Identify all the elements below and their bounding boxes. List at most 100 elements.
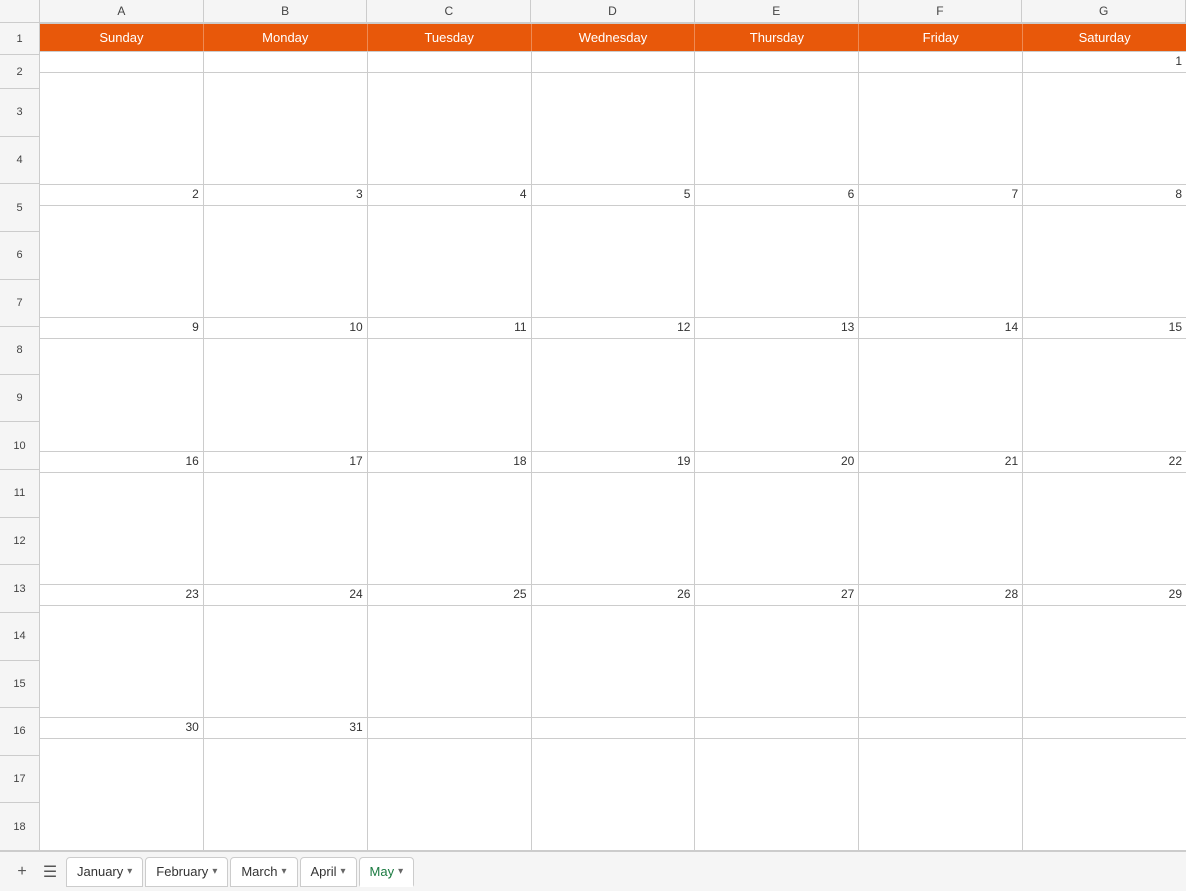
sheet-tab-april[interactable]: April▾ (300, 857, 357, 887)
col-header-c: C (367, 0, 531, 22)
day-content-cell-w5d5[interactable] (859, 739, 1023, 850)
day-content-cell-w1d6[interactable] (1023, 206, 1186, 317)
day-content-cell-w0d5[interactable] (859, 73, 1023, 184)
day-num-cell-w5d6[interactable] (1023, 718, 1186, 738)
day-num-cell-w5d0[interactable]: 30 (40, 718, 204, 738)
day-content-cell-w0d4[interactable] (695, 73, 859, 184)
sheet-list-button[interactable]: ☰ (36, 858, 64, 886)
day-content-cell-w4d3[interactable] (532, 606, 696, 717)
day-content-cell-w5d0[interactable] (40, 739, 204, 850)
sheet-tab-may[interactable]: May▾ (359, 857, 415, 887)
day-content-cell-w1d3[interactable] (532, 206, 696, 317)
day-content-cell-w3d3[interactable] (532, 473, 696, 584)
day-num-cell-w0d2[interactable] (368, 52, 532, 72)
day-content-cell-w0d2[interactable] (368, 73, 532, 184)
day-num-cell-w4d3[interactable]: 26 (532, 585, 696, 605)
day-num-cell-w2d2[interactable]: 11 (368, 318, 532, 338)
day-num-cell-w5d1[interactable]: 31 (204, 718, 368, 738)
day-num-cell-w3d3[interactable]: 19 (532, 452, 696, 472)
day-content-cell-w0d3[interactable] (532, 73, 696, 184)
day-num-cell-w5d3[interactable] (532, 718, 696, 738)
day-num-cell-w1d5[interactable]: 7 (859, 185, 1023, 205)
day-content-cell-w1d1[interactable] (204, 206, 368, 317)
day-content-cell-w3d1[interactable] (204, 473, 368, 584)
day-content-cell-w2d1[interactable] (204, 339, 368, 450)
day-num-cell-w4d2[interactable]: 25 (368, 585, 532, 605)
day-num-cell-w2d0[interactable]: 9 (40, 318, 204, 338)
day-num-cell-w1d1[interactable]: 3 (204, 185, 368, 205)
sheet-tab-dropdown-arrow[interactable]: ▾ (127, 866, 132, 877)
day-content-cell-w4d2[interactable] (368, 606, 532, 717)
day-num-cell-w0d1[interactable] (204, 52, 368, 72)
day-content-cell-w4d5[interactable] (859, 606, 1023, 717)
day-num-cell-w5d5[interactable] (859, 718, 1023, 738)
day-content-cell-w2d5[interactable] (859, 339, 1023, 450)
day-content-cell-w5d3[interactable] (532, 739, 696, 850)
day-num-cell-w4d6[interactable]: 29 (1023, 585, 1186, 605)
day-content-cell-w4d4[interactable] (695, 606, 859, 717)
day-content-cell-w1d5[interactable] (859, 206, 1023, 317)
day-num-cell-w2d4[interactable]: 13 (695, 318, 859, 338)
day-content-cell-w2d0[interactable] (40, 339, 204, 450)
day-num-cell-w2d3[interactable]: 12 (532, 318, 696, 338)
day-num-cell-w4d5[interactable]: 28 (859, 585, 1023, 605)
sheet-tab-january[interactable]: January▾ (66, 857, 143, 887)
sheet-tab-february[interactable]: February▾ (145, 857, 228, 887)
day-num-cell-w0d5[interactable] (859, 52, 1023, 72)
col-header-d: D (531, 0, 695, 22)
day-content-cell-w3d5[interactable] (859, 473, 1023, 584)
day-content-cell-w3d0[interactable] (40, 473, 204, 584)
sheet-tab-dropdown-arrow[interactable]: ▾ (281, 866, 286, 877)
day-num-cell-w2d5[interactable]: 14 (859, 318, 1023, 338)
day-content-cell-w4d1[interactable] (204, 606, 368, 717)
day-content-cell-w0d1[interactable] (204, 73, 368, 184)
day-num-cell-w5d2[interactable] (368, 718, 532, 738)
day-content-cell-w3d6[interactable] (1023, 473, 1186, 584)
day-content-cell-w3d4[interactable] (695, 473, 859, 584)
day-num-cell-w4d0[interactable]: 23 (40, 585, 204, 605)
day-content-cell-w5d2[interactable] (368, 739, 532, 850)
day-content-cell-w1d4[interactable] (695, 206, 859, 317)
sheet-tab-dropdown-arrow[interactable]: ▾ (398, 866, 403, 877)
day-content-cell-w5d1[interactable] (204, 739, 368, 850)
day-content-cell-w3d2[interactable] (368, 473, 532, 584)
day-num-cell-w3d2[interactable]: 18 (368, 452, 532, 472)
sheet-tab-dropdown-arrow[interactable]: ▾ (212, 866, 217, 877)
day-num-cell-w4d4[interactable]: 27 (695, 585, 859, 605)
day-content-cell-w1d0[interactable] (40, 206, 204, 317)
day-num-cell-w0d6[interactable]: 1 (1023, 52, 1186, 72)
day-content-cell-w2d3[interactable] (532, 339, 696, 450)
day-content-cell-w5d4[interactable] (695, 739, 859, 850)
day-num-cell-w1d6[interactable]: 8 (1023, 185, 1186, 205)
add-sheet-button[interactable]: + (8, 858, 36, 886)
day-num-cell-w3d0[interactable]: 16 (40, 452, 204, 472)
day-content-cell-w0d6[interactable] (1023, 73, 1186, 184)
day-num-cell-w3d6[interactable]: 22 (1023, 452, 1186, 472)
day-content-cell-w2d6[interactable] (1023, 339, 1186, 450)
day-num-cell-w2d1[interactable]: 10 (204, 318, 368, 338)
day-num-cell-w1d2[interactable]: 4 (368, 185, 532, 205)
day-content-cell-w2d4[interactable] (695, 339, 859, 450)
day-num-cell-w1d3[interactable]: 5 (532, 185, 696, 205)
day-num-cell-w3d5[interactable]: 21 (859, 452, 1023, 472)
day-num-cell-w3d1[interactable]: 17 (204, 452, 368, 472)
day-content-cell-w4d6[interactable] (1023, 606, 1186, 717)
day-num-cell-w1d0[interactable]: 2 (40, 185, 204, 205)
day-num-cell-w3d4[interactable]: 20 (695, 452, 859, 472)
day-content-cell-w5d6[interactable] (1023, 739, 1186, 850)
day-content-cell-w4d0[interactable] (40, 606, 204, 717)
row-num-15: 15 (0, 661, 39, 709)
day-num-cell-w0d3[interactable] (532, 52, 696, 72)
sheet-tab-march[interactable]: March▾ (230, 857, 297, 887)
day-num-cell-w4d1[interactable]: 24 (204, 585, 368, 605)
day-content-cell-w2d2[interactable] (368, 339, 532, 450)
day-num-cell-w0d0[interactable] (40, 52, 204, 72)
row-num-18: 18 (0, 803, 39, 851)
day-num-cell-w0d4[interactable] (695, 52, 859, 72)
day-content-cell-w1d2[interactable] (368, 206, 532, 317)
day-num-cell-w1d4[interactable]: 6 (695, 185, 859, 205)
day-num-cell-w5d4[interactable] (695, 718, 859, 738)
day-content-cell-w0d0[interactable] (40, 73, 204, 184)
sheet-tab-dropdown-arrow[interactable]: ▾ (341, 866, 346, 877)
day-num-cell-w2d6[interactable]: 15 (1023, 318, 1186, 338)
